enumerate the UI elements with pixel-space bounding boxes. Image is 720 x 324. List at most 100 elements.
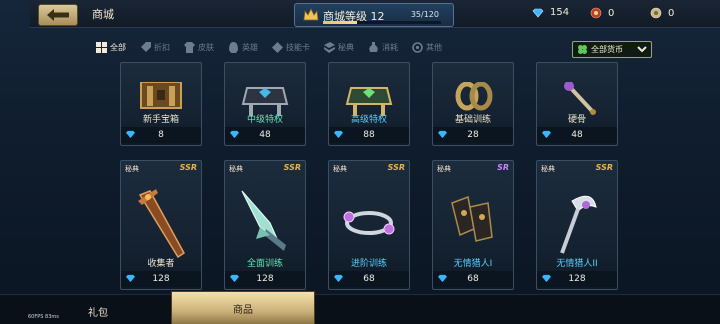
- filter-hero[interactable]: 英雄: [228, 42, 258, 53]
- tag-icon: [141, 42, 151, 52]
- coin-balance-value: 0: [668, 7, 675, 19]
- category-filters: 全部 折扣 皮肤 英雄 技能卡 秘典 消耗 其他: [96, 42, 442, 53]
- clover-icon: [578, 45, 587, 54]
- item-name: 中级特权: [246, 115, 283, 125]
- shop-screen: 商城 商城等级 12 35/120 154 0 0 全部 折扣 皮肤 英雄 技能…: [0, 0, 720, 324]
- diamond-icon: [532, 8, 544, 17]
- ruby-balance[interactable]: 0: [590, 7, 614, 19]
- ruby-balance-value: 0: [608, 7, 615, 19]
- item-name: 收集者: [147, 259, 175, 269]
- item-name: 无情猎人I: [453, 259, 493, 269]
- item-card-high-privilege[interactable]: 高级特权 88: [328, 62, 410, 146]
- item-price: 28: [433, 127, 513, 143]
- shop-level-panel[interactable]: 商城等级 12 35/120: [294, 3, 454, 27]
- back-arrow-icon: [47, 9, 69, 21]
- item-tag: 秘典: [437, 165, 451, 173]
- back-button[interactable]: [38, 4, 78, 26]
- item-tag: 秘典: [541, 165, 555, 173]
- item-card-hard-bone[interactable]: 硬骨 48: [536, 62, 618, 146]
- filter-skill-card[interactable]: 技能卡: [272, 42, 310, 53]
- currency-filter-dropdown[interactable]: 全部货币: [572, 41, 652, 58]
- item-price: 128: [121, 271, 201, 287]
- item-price: 88: [329, 127, 409, 143]
- tab-goods[interactable]: 商品: [171, 291, 315, 324]
- rarity-badge: SR: [497, 163, 509, 172]
- item-card-full-training[interactable]: 秘典 SSR 全面训练 128: [224, 160, 306, 290]
- shop-level-bar-fill: [323, 21, 358, 24]
- filter-other[interactable]: 其他: [412, 42, 442, 53]
- item-card-mid-privilege[interactable]: 中级特权 48: [224, 62, 306, 146]
- filter-codex-label: 秘典: [338, 43, 354, 52]
- item-tag: 秘典: [333, 165, 347, 173]
- item-price: 48: [225, 127, 305, 143]
- diamond-balance[interactable]: 154: [532, 7, 569, 18]
- card-icon: [272, 42, 283, 53]
- item-card-advanced-training[interactable]: 秘典 SSR 进阶训练 68: [328, 160, 410, 290]
- item-price-value: 8: [158, 130, 164, 140]
- ruby-icon: [590, 7, 602, 19]
- item-card-ruthless-hunter-2[interactable]: 秘典 SSR 无情猎人II 128: [536, 160, 618, 290]
- item-card-ruthless-hunter-1[interactable]: 秘典 SR 无情猎人I 68: [432, 160, 514, 290]
- shirt-icon: [184, 42, 195, 53]
- item-card-collector[interactable]: 秘典 SSR 收集者 128: [120, 160, 202, 290]
- item-price: 68: [433, 271, 513, 287]
- item-card-basic-training[interactable]: 基础训练 28: [432, 62, 514, 146]
- diamond-icon: [438, 274, 447, 283]
- bottom-tab-bar: 礼包 商品 60FPS 83ms: [0, 291, 720, 324]
- item-name: 硬骨: [567, 115, 586, 125]
- filter-skin[interactable]: 皮肤: [184, 42, 214, 53]
- item-price-value: 68: [363, 274, 375, 284]
- top-bar: 商城 商城等级 12 35/120 154 0 0: [30, 0, 720, 28]
- item-price-value: 128: [152, 274, 170, 284]
- item-name: 新手宝箱: [142, 115, 179, 125]
- filter-hero-label: 英雄: [242, 43, 258, 52]
- item-price: 128: [225, 271, 305, 287]
- page-title: 商城: [92, 8, 114, 21]
- item-price-value: 28: [467, 130, 479, 140]
- item-name: 无情猎人II: [556, 259, 598, 269]
- filter-discount[interactable]: 折扣: [140, 42, 170, 53]
- filter-all-label: 全部: [110, 43, 126, 52]
- coin-balance[interactable]: 0: [650, 7, 674, 19]
- diamond-icon: [542, 274, 551, 283]
- item-price-value: 128: [568, 274, 586, 284]
- grid-icon: [96, 42, 107, 53]
- diamond-icon: [126, 130, 135, 139]
- item-price-value: 128: [256, 274, 274, 284]
- filter-skin-label: 皮肤: [198, 43, 214, 52]
- filter-codex[interactable]: 秘典: [324, 42, 354, 53]
- diamond-icon: [334, 274, 343, 283]
- filter-consumable[interactable]: 消耗: [368, 42, 398, 53]
- rarity-badge: SSR: [595, 163, 613, 172]
- diamond-icon: [230, 130, 239, 139]
- helmet-icon: [229, 42, 238, 53]
- shop-level-progress: 35/120: [410, 10, 439, 19]
- item-card-novice-chest[interactable]: 新手宝箱 8: [120, 62, 202, 146]
- book-icon: [324, 42, 335, 53]
- crown-icon: [303, 8, 319, 21]
- fps-counter: 60FPS 83ms: [28, 314, 59, 320]
- filter-other-label: 其他: [426, 43, 442, 52]
- diamond-icon: [230, 274, 239, 283]
- swirl-icon: [412, 42, 423, 53]
- diamond-balance-value: 154: [550, 7, 570, 18]
- item-grid: 新手宝箱 8 中级特权 48 高级特权 88 基础训练 28 硬骨 48 秘典 …: [120, 62, 620, 290]
- diamond-icon: [438, 130, 447, 139]
- frame-time-value: 83ms: [45, 314, 59, 320]
- item-name: 全面训练: [246, 259, 283, 269]
- item-price: 8: [121, 127, 201, 143]
- item-price-value: 48: [259, 130, 271, 140]
- filter-discount-label: 折扣: [154, 43, 170, 52]
- filter-all[interactable]: 全部: [96, 42, 126, 53]
- filter-skill-card-label: 技能卡: [286, 43, 310, 52]
- diamond-icon: [126, 274, 135, 283]
- potion-icon: [369, 42, 378, 52]
- diamond-icon: [334, 130, 343, 139]
- coin-icon: [650, 7, 662, 19]
- item-name: 进阶训练: [350, 259, 387, 269]
- item-price-value: 88: [363, 130, 375, 140]
- shop-level-bar: [323, 21, 441, 24]
- rarity-badge: SSR: [387, 163, 405, 172]
- item-price-value: 68: [467, 274, 479, 284]
- tab-gift-pack[interactable]: 礼包: [88, 304, 108, 319]
